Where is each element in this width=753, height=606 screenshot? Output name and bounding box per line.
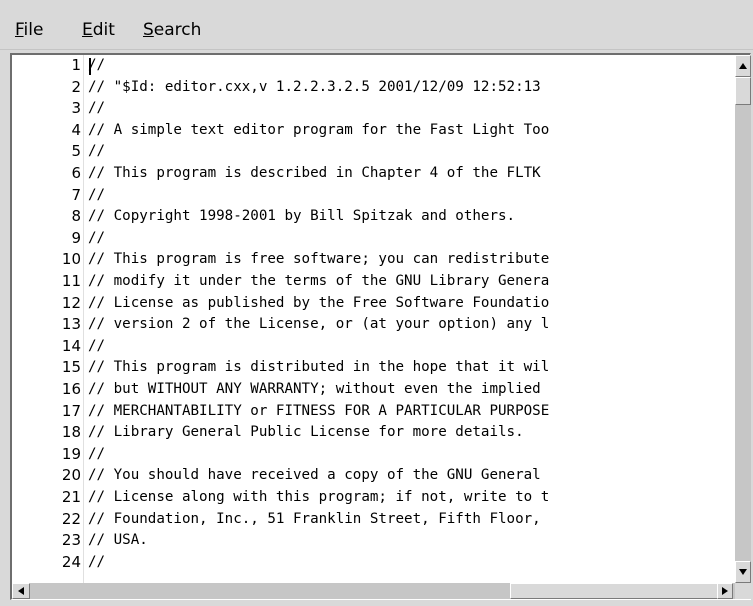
scrollbar-corner xyxy=(735,583,751,599)
line-number: 7 xyxy=(71,185,81,204)
menu-bar: File Edit Search xyxy=(0,0,753,50)
line-text: // xyxy=(88,229,106,246)
line-number: 16 xyxy=(61,380,81,398)
line-number: 19 xyxy=(61,444,81,463)
line-text: // License along with this program; if n… xyxy=(88,489,550,505)
line-number: 17 xyxy=(61,401,81,420)
line-number: 14 xyxy=(61,336,81,355)
code-line: 15 // This program is distributed in the … xyxy=(12,357,735,378)
code-line: 7 // xyxy=(12,185,735,206)
horizontal-scrollbar[interactable] xyxy=(12,583,751,599)
line-text: // "$Id: editor.cxx,v 1.2.2.3.2.5 2001/1… xyxy=(88,78,541,95)
code-line: 17 // MERCHANTABILITY or FITNESS FOR A PA… xyxy=(12,401,735,422)
text-cursor xyxy=(89,58,91,75)
line-number: 22 xyxy=(61,509,81,528)
menu-file-rest: ile xyxy=(23,20,44,40)
arrow-down-icon xyxy=(739,569,747,575)
line-text: // You should have received a copy of th… xyxy=(88,467,541,484)
line-number: 4 xyxy=(71,120,81,139)
line-number: 20 xyxy=(61,466,81,485)
menu-file[interactable]: File xyxy=(15,20,43,40)
code-line: 4 // A simple text editor program for the… xyxy=(12,120,735,141)
line-text: // Copyright 1998-2001 by Bill Spitzak a… xyxy=(88,208,516,225)
line-text: // This program is free software; you ca… xyxy=(88,251,550,268)
code-line: 8 // Copyright 1998-2001 by Bill Spitzak … xyxy=(12,206,735,227)
code-line: 6 // This program is described in Chapter… xyxy=(12,163,735,184)
line-text: // Library General Public License for mo… xyxy=(88,424,524,441)
line-text: // but WITHOUT ANY WARRANTY; without eve… xyxy=(88,381,541,397)
code-line: 24 // xyxy=(12,552,735,573)
line-number: 8 xyxy=(71,207,81,226)
line-number: 1 xyxy=(71,56,81,74)
menu-edit-rest: dit xyxy=(92,20,115,40)
scroll-up-button[interactable] xyxy=(735,55,751,77)
menu-search-mnemonic: S xyxy=(143,20,154,40)
line-text: // This program is described in Chapter … xyxy=(88,165,541,181)
line-number: 3 xyxy=(71,99,81,118)
code-line: 12 // License as published by the Free So… xyxy=(12,293,735,314)
code-line: 5 // xyxy=(12,141,735,162)
line-number: 9 xyxy=(71,228,81,247)
code-line: 22 // Foundation, Inc., 51 Franklin Stree… xyxy=(12,509,735,530)
line-text: // Foundation, Inc., 51 Franklin Street,… xyxy=(88,510,541,527)
horizontal-scroll-thumb[interactable] xyxy=(510,583,733,599)
code-line: 20 // You should have received a copy of … xyxy=(12,465,735,486)
scroll-left-button[interactable] xyxy=(12,583,30,599)
line-number: 2 xyxy=(71,77,81,96)
code-line: 23 // USA. xyxy=(12,530,735,551)
code-line: 21 // License along with this program; if… xyxy=(12,487,735,508)
menu-edit[interactable]: Edit xyxy=(82,20,115,40)
code-line: 16 // but WITHOUT ANY WARRANTY; without e… xyxy=(12,379,735,400)
line-number: 6 xyxy=(71,164,81,182)
line-number: 21 xyxy=(61,488,81,506)
code-line: 2 // "$Id: editor.cxx,v 1.2.2.3.2.5 2001/… xyxy=(12,77,735,98)
line-text: // xyxy=(88,100,106,117)
line-number: 18 xyxy=(61,423,81,442)
code-line: 10 // This program is free software; you … xyxy=(12,249,735,270)
line-number: 10 xyxy=(61,250,81,269)
code-line: 11 // modify it under the terms of the GN… xyxy=(12,271,735,292)
line-number: 15 xyxy=(61,358,81,377)
line-text: // modify it under the terms of the GNU … xyxy=(88,273,550,289)
line-text: // MERCHANTABILITY or FITNESS FOR A PART… xyxy=(88,402,550,419)
line-text: // xyxy=(88,143,106,160)
line-number: 12 xyxy=(61,293,81,312)
code-line: 3 // xyxy=(12,98,735,119)
line-number: 11 xyxy=(61,272,81,290)
line-number: 24 xyxy=(61,552,81,571)
line-text: // xyxy=(88,186,106,203)
menu-edit-mnemonic: E xyxy=(82,20,93,40)
line-text: // A simple text editor program for the … xyxy=(88,121,550,138)
line-number: 5 xyxy=(71,142,81,161)
code-line: 9 // xyxy=(12,228,735,249)
arrow-right-icon xyxy=(722,587,728,595)
line-text: // xyxy=(88,337,106,354)
scroll-right-button[interactable] xyxy=(717,583,733,599)
line-text: // version 2 of the License, or (at your… xyxy=(88,316,550,333)
code-line: 1// xyxy=(12,55,735,76)
menu-file-mnemonic: F xyxy=(15,20,24,40)
menu-search[interactable]: Search xyxy=(143,20,201,40)
line-text: // xyxy=(88,445,106,462)
scroll-down-button[interactable] xyxy=(735,561,751,583)
vertical-scrollbar[interactable] xyxy=(735,55,751,583)
code-line: 14 // xyxy=(12,336,735,357)
line-text: // USA. xyxy=(88,532,148,549)
line-text: // xyxy=(88,553,106,570)
menu-search-rest: earch xyxy=(153,20,202,40)
line-number: 13 xyxy=(61,315,81,334)
code-line: 13 // version 2 of the License, or (at yo… xyxy=(12,314,735,335)
arrow-left-icon xyxy=(18,587,24,595)
code-line: 18 // Library General Public License for … xyxy=(12,422,735,443)
arrow-up-icon xyxy=(739,63,747,69)
line-number: 23 xyxy=(61,531,81,550)
code-line: 19 // xyxy=(12,444,735,465)
vertical-scroll-thumb[interactable] xyxy=(735,77,751,105)
line-text: // This program is distributed in the ho… xyxy=(88,359,550,376)
text-editor[interactable]: 1//2// "$Id: editor.cxx,v 1.2.2.3.2.5 20… xyxy=(12,55,735,583)
line-text: // License as published by the Free Soft… xyxy=(88,294,550,311)
